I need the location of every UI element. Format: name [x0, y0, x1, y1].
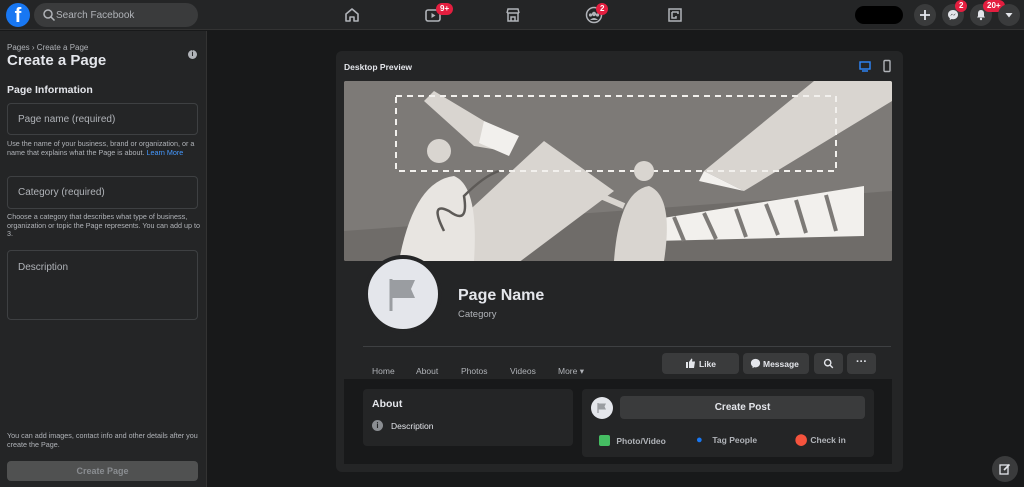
- create-page-button[interactable]: Create Page: [7, 461, 198, 481]
- description-field[interactable]: Description: [7, 250, 198, 320]
- tab-about[interactable]: About: [416, 366, 438, 376]
- search-page-button[interactable]: [814, 353, 843, 374]
- like-button[interactable]: Like: [662, 353, 739, 374]
- category-field[interactable]: Category (required): [7, 176, 198, 209]
- messenger-icon: [750, 358, 761, 369]
- tag-people-icon: ●: [696, 434, 703, 446]
- search-box[interactable]: [34, 3, 198, 27]
- tab-more-label: More: [558, 366, 578, 376]
- create-button[interactable]: [914, 4, 936, 26]
- location-pin-icon: ⬤: [795, 434, 808, 446]
- page-body: About i Description Create Post Photo/Vi…: [344, 379, 892, 464]
- page-name-help: Use the name of your business, brand or …: [7, 139, 195, 157]
- tab-more[interactable]: More ▾: [558, 366, 584, 377]
- ellipsis-icon: ···: [856, 356, 867, 368]
- info-icon: i: [372, 420, 383, 431]
- flag-icon: [389, 279, 415, 311]
- mobile-preview-icon[interactable]: [880, 59, 894, 73]
- new-message-button[interactable]: [992, 456, 1018, 482]
- info-icon[interactable]: i: [188, 50, 197, 59]
- photo-video-label: Photo/Video: [616, 436, 666, 446]
- cover-photo: [344, 81, 892, 261]
- compose-icon: [999, 463, 1011, 475]
- breadcrumb[interactable]: Pages › Create a Page: [7, 43, 88, 52]
- tab-photos[interactable]: Photos: [461, 366, 487, 376]
- message-label: Message: [763, 359, 799, 369]
- create-post-card: Create Post Photo/Video ● Tag People ⬤ C…: [582, 389, 874, 457]
- learn-more-link[interactable]: Learn More: [146, 148, 183, 157]
- search-icon: [43, 9, 56, 22]
- flag-icon: [597, 403, 606, 413]
- photo-icon: [599, 435, 610, 446]
- create-page-panel: Pages › Create a Page Create a Page i Pa…: [0, 31, 207, 487]
- about-title: About: [372, 398, 403, 410]
- account-menu-button[interactable]: [998, 4, 1020, 26]
- top-navigation-bar: f 9+ 2 2 20+: [0, 0, 1024, 30]
- section-title: Page Information: [7, 84, 93, 96]
- plus-icon: [920, 10, 930, 20]
- messenger-badge: 2: [955, 0, 968, 12]
- page-title: Create a Page: [7, 52, 107, 69]
- groups-badge: 2: [596, 3, 609, 15]
- caret-down-icon: [1005, 13, 1013, 18]
- message-button[interactable]: Message: [743, 353, 809, 374]
- tab-videos[interactable]: Videos: [510, 366, 536, 376]
- home-icon[interactable]: [342, 5, 362, 25]
- check-in-button[interactable]: ⬤ Check in: [795, 435, 846, 446]
- tag-people-button[interactable]: ● Tag People: [696, 435, 757, 446]
- profile-button[interactable]: [855, 6, 903, 24]
- photo-video-button[interactable]: Photo/Video: [599, 435, 666, 446]
- caret-down-icon: ▾: [579, 366, 585, 376]
- about-description: Description: [391, 421, 434, 431]
- tag-people-label: Tag People: [712, 435, 758, 445]
- preview-page-name: Page Name: [458, 287, 545, 304]
- create-post-button[interactable]: Create Post: [620, 396, 865, 419]
- page-header: Page Name Category Home About Photos Vid…: [344, 255, 892, 379]
- check-in-label: Check in: [810, 435, 846, 445]
- about-card: About i Description: [363, 389, 573, 446]
- category-placeholder: Category (required): [18, 187, 105, 198]
- cover-illustration: [344, 81, 892, 261]
- category-help: Choose a category that describes what ty…: [7, 212, 201, 239]
- gaming-icon[interactable]: [665, 5, 685, 25]
- preview-title: Desktop Preview: [344, 62, 413, 72]
- more-options-button[interactable]: ···: [847, 353, 876, 374]
- description-placeholder: Description: [18, 262, 69, 273]
- bottom-note: You can add images, contact info and oth…: [7, 431, 198, 449]
- preview-category: Category: [458, 309, 497, 320]
- search-input[interactable]: [56, 3, 194, 27]
- marketplace-icon[interactable]: [503, 5, 523, 25]
- page-name-placeholder: Page name (required): [18, 114, 116, 125]
- thumbs-up-icon: [686, 358, 695, 368]
- facebook-logo-icon[interactable]: f: [6, 3, 30, 27]
- page-avatar[interactable]: [364, 255, 442, 333]
- desktop-preview-icon[interactable]: [858, 59, 872, 73]
- search-icon: [823, 358, 834, 369]
- tab-home[interactable]: Home: [372, 366, 395, 376]
- watch-badge: 9+: [436, 3, 454, 15]
- header-divider: [363, 346, 891, 347]
- post-avatar: [591, 397, 613, 419]
- page-name-field[interactable]: Page name (required): [7, 103, 198, 135]
- like-label: Like: [699, 359, 717, 369]
- desktop-preview-panel: Desktop Preview Page Name Category Home …: [336, 51, 903, 472]
